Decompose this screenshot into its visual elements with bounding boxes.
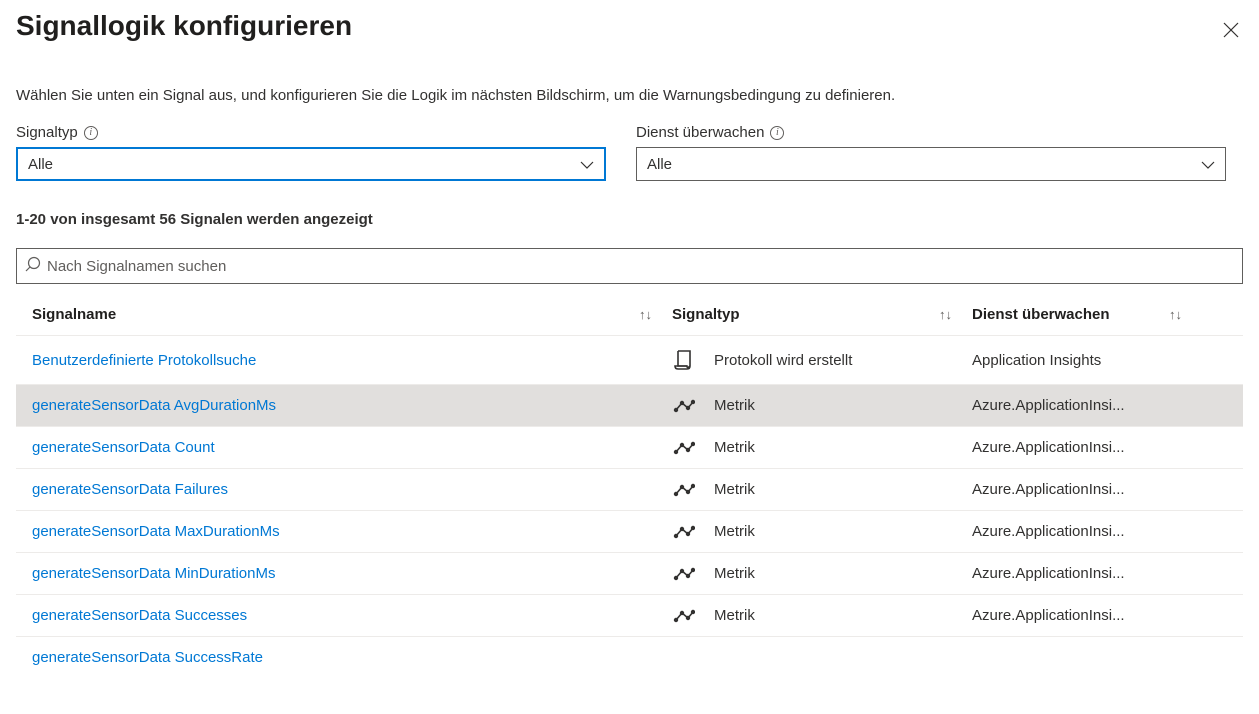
chevron-down-icon [580, 156, 594, 173]
table-row[interactable]: generateSensorData Successes Metrik Azure.… [16, 595, 1243, 637]
signal-type-value: Alle [28, 156, 53, 173]
search-box[interactable] [16, 248, 1243, 284]
close-icon[interactable] [1219, 18, 1243, 47]
signal-type-cell: Metrik [672, 523, 972, 540]
table-row[interactable]: Benutzerdefinierte Protokollsuche Protoko… [16, 336, 1243, 385]
column-header-service[interactable]: Dienst überwachen ↑↓ [972, 306, 1182, 323]
metric-icon [672, 525, 696, 539]
monitor-service-dropdown[interactable]: Alle [636, 147, 1226, 181]
signals-table: Signalname ↑↓ Signaltyp ↑↓ Dienst überwa… [16, 294, 1243, 666]
table-header: Signalname ↑↓ Signaltyp ↑↓ Dienst überwa… [16, 294, 1243, 336]
signal-type-cell: Metrik [672, 439, 972, 456]
metric-icon [672, 441, 696, 455]
log-icon [672, 348, 696, 372]
signal-name-link[interactable]: generateSensorData MinDurationMs [32, 565, 672, 582]
sort-icon: ↑↓ [1169, 307, 1182, 322]
column-header-name[interactable]: Signalname ↑↓ [32, 306, 672, 323]
table-row[interactable]: generateSensorData Failures Metrik Azure.A… [16, 469, 1243, 511]
column-header-type[interactable]: Signaltyp ↑↓ [672, 306, 972, 323]
sort-icon: ↑↓ [939, 307, 952, 322]
table-row[interactable]: generateSensorData Count Metrik Azure.Appl… [16, 427, 1243, 469]
search-icon [25, 256, 41, 277]
chevron-down-icon [1201, 156, 1215, 173]
signal-service-cell: Azure.ApplicationInsi... [972, 397, 1182, 414]
signal-name-link[interactable]: generateSensorData Failures [32, 481, 672, 498]
signal-name-link[interactable]: generateSensorData Count [32, 439, 672, 456]
signal-name-link[interactable]: generateSensorData Successes [32, 607, 672, 624]
column-header-type-label: Signaltyp [672, 306, 740, 323]
monitor-service-value: Alle [647, 156, 672, 173]
signal-name-link[interactable]: generateSensorData AvgDurationMs [32, 397, 672, 414]
signal-type-text: Metrik [714, 439, 755, 456]
metric-icon [672, 609, 696, 623]
sort-icon: ↑↓ [639, 307, 652, 322]
column-header-service-label: Dienst überwachen [972, 306, 1110, 323]
table-row[interactable]: generateSensorData SuccessRate [16, 637, 1243, 666]
signal-type-text: Metrik [714, 523, 755, 540]
signal-type-cell: Metrik [672, 565, 972, 582]
monitor-service-label: Dienst überwachen [636, 124, 764, 141]
signal-name-link[interactable]: generateSensorData SuccessRate [32, 649, 672, 666]
signal-type-cell: Metrik [672, 607, 972, 624]
signal-type-text: Metrik [714, 565, 755, 582]
signal-type-cell: Metrik [672, 481, 972, 498]
signal-service-cell: Azure.ApplicationInsi... [972, 481, 1182, 498]
signal-type-dropdown[interactable]: Alle [16, 147, 606, 181]
column-header-name-label: Signalname [32, 306, 116, 323]
signal-type-cell: Protokoll wird erstellt [672, 348, 972, 372]
signal-service-cell: Azure.ApplicationInsi... [972, 523, 1182, 540]
result-count: 1-20 von insgesamt 56 Signalen werden an… [16, 211, 1243, 228]
metric-icon [672, 483, 696, 497]
info-icon[interactable]: i [84, 126, 98, 140]
page-title: Signallogik konfigurieren [16, 10, 352, 42]
signal-type-cell: Metrik [672, 397, 972, 414]
signal-name-link[interactable]: Benutzerdefinierte Protokollsuche [32, 352, 672, 369]
signal-service-cell: Azure.ApplicationInsi... [972, 565, 1182, 582]
table-row[interactable]: generateSensorData MaxDurationMs Metrik Az… [16, 511, 1243, 553]
signal-service-cell: Azure.ApplicationInsi... [972, 439, 1182, 456]
metric-icon [672, 567, 696, 581]
signal-type-label: Signaltyp [16, 124, 78, 141]
signal-type-text: Metrik [714, 397, 755, 414]
signal-service-cell: Azure.ApplicationInsi... [972, 607, 1182, 624]
table-row[interactable]: generateSensorData AvgDurationMs Metrik Az… [16, 385, 1243, 427]
signal-type-text: Protokoll wird erstellt [714, 352, 852, 369]
metric-icon [672, 399, 696, 413]
signal-type-text: Metrik [714, 481, 755, 498]
signal-name-link[interactable]: generateSensorData MaxDurationMs [32, 523, 672, 540]
info-icon[interactable]: i [770, 126, 784, 140]
description-text: Wählen Sie unten ein Signal aus, und kon… [16, 87, 1243, 104]
signal-type-text: Metrik [714, 607, 755, 624]
signal-service-cell: Application Insights [972, 352, 1182, 369]
table-row[interactable]: generateSensorData MinDurationMs Metrik Az… [16, 553, 1243, 595]
search-input[interactable] [47, 258, 1234, 275]
